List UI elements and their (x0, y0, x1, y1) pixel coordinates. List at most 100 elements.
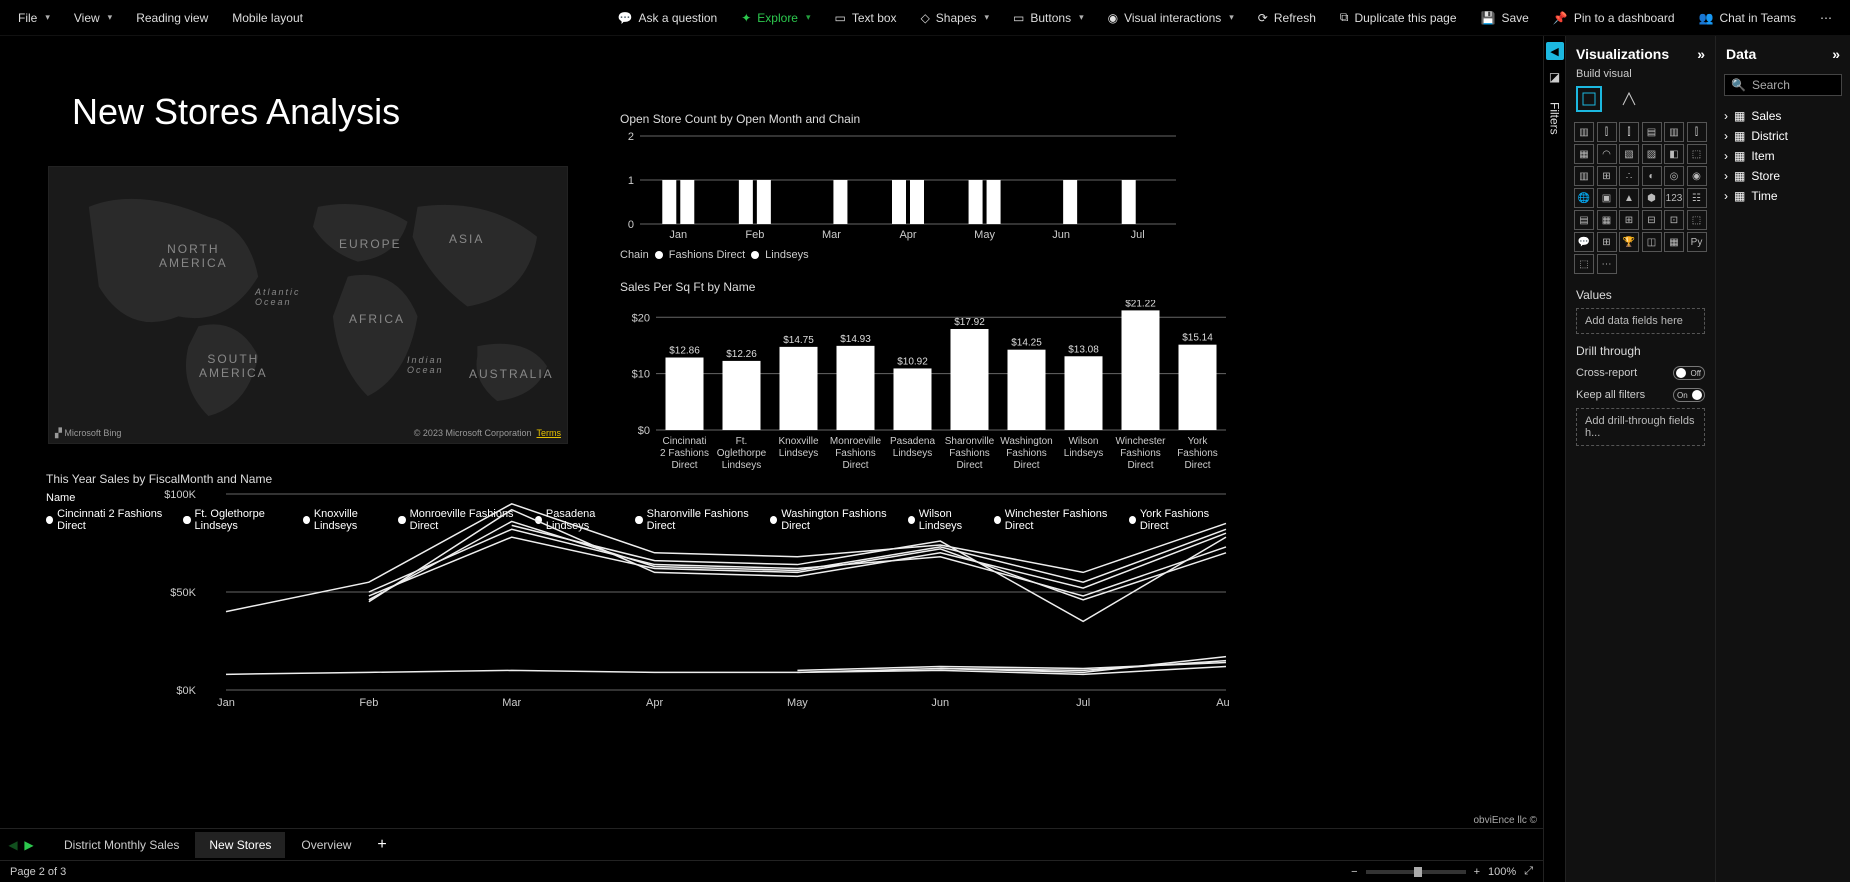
svg-text:2 Fashions: 2 Fashions (660, 448, 709, 459)
keep-filters-toggle[interactable]: On (1673, 388, 1705, 402)
save-button[interactable]: 💾Save (1471, 7, 1539, 29)
viz-type-button[interactable]: ⬚ (1687, 144, 1707, 164)
explore-menu[interactable]: ✦Explore (731, 7, 820, 29)
viz-type-button[interactable]: ⊡ (1664, 210, 1684, 230)
tab-overview[interactable]: Overview (287, 832, 365, 858)
svg-text:Ft.: Ft. (736, 436, 748, 447)
viz-type-button[interactable]: ⬢ (1642, 188, 1662, 208)
map-visual[interactable]: NORTH AMERICA SOUTH AMERICA EUROPE AFRIC… (48, 166, 568, 444)
viz-type-button[interactable]: ▨ (1642, 144, 1662, 164)
viz-type-button[interactable]: ∴ (1619, 166, 1639, 186)
viz-type-button[interactable]: ▥ (1664, 122, 1684, 142)
viz-type-button[interactable]: 🌐 (1574, 188, 1594, 208)
refresh-button[interactable]: ⟳Refresh (1248, 7, 1326, 29)
fit-page-button[interactable]: ⤢ (1524, 865, 1533, 878)
viz-type-button[interactable]: ⋯ (1597, 254, 1617, 274)
add-page-button[interactable]: + (367, 836, 396, 854)
svg-text:$14.25: $14.25 (1011, 338, 1042, 349)
drill-through-drop-zone[interactable]: Add drill-through fields h... (1576, 408, 1705, 446)
map-copyright: © 2023 Microsoft Corporation Terms (414, 428, 561, 439)
svg-text:$17.92: $17.92 (954, 317, 985, 328)
buttons-menu[interactable]: ▭Buttons (1003, 7, 1094, 29)
ask-question-button[interactable]: 💬Ask a question (608, 7, 728, 29)
pane-title: Visualizations (1576, 46, 1669, 62)
shapes-menu[interactable]: ◇Shapes (911, 7, 999, 29)
viz-type-button[interactable]: ◎ (1664, 166, 1684, 186)
viz-type-button[interactable]: ◐ (1642, 166, 1662, 186)
prev-page-button[interactable]: ◀ (6, 838, 20, 852)
data-search-input[interactable]: 🔍 Search (1724, 74, 1842, 96)
zoom-in-button[interactable]: + (1474, 866, 1480, 878)
svg-text:Apr: Apr (646, 697, 663, 709)
zoom-out-button[interactable]: − (1351, 866, 1357, 878)
viz-type-button[interactable]: 123 (1664, 188, 1684, 208)
data-table-node[interactable]: ›▦Time (1724, 186, 1842, 206)
chevron-right-icon: › (1724, 109, 1728, 123)
viz-type-button[interactable]: ◠ (1597, 144, 1617, 164)
file-menu[interactable]: File (8, 7, 60, 29)
viz-type-button[interactable]: ▥ (1574, 166, 1594, 186)
mobile-layout-button[interactable]: Mobile layout (222, 7, 313, 29)
viz-type-button[interactable]: ⫿ (1597, 122, 1617, 142)
expand-pane-button[interactable]: » (1832, 46, 1840, 62)
viz-type-button[interactable]: ▥ (1574, 122, 1594, 142)
viz-type-button[interactable]: ⊟ (1642, 210, 1662, 230)
viz-type-button[interactable]: ⫿ (1619, 122, 1639, 142)
data-table-node[interactable]: ›▦Item (1724, 146, 1842, 166)
tab-new-stores[interactable]: New Stores (195, 832, 285, 858)
format-visual-tab[interactable] (1616, 86, 1642, 112)
viz-type-button[interactable]: ⬚ (1574, 254, 1594, 274)
viz-type-button[interactable]: ▦ (1664, 232, 1684, 252)
viz-type-button[interactable]: ◉ (1687, 166, 1707, 186)
reading-view-button[interactable]: Reading view (126, 7, 218, 29)
viz-type-button[interactable]: ⊞ (1597, 232, 1617, 252)
zoom-slider[interactable] (1366, 870, 1466, 874)
data-table-node[interactable]: ›▦Sales (1724, 106, 1842, 126)
viz-type-button[interactable]: ⊞ (1597, 166, 1617, 186)
viz-type-button[interactable]: ▦ (1597, 210, 1617, 230)
this-year-sales-chart[interactable]: This Year Sales by FiscalMonth and Name … (46, 472, 1230, 726)
view-menu[interactable]: View (64, 7, 122, 29)
viz-type-button[interactable]: ☷ (1687, 188, 1707, 208)
viz-type-button[interactable]: 💬 (1574, 232, 1594, 252)
viz-type-button[interactable]: ⫿ (1687, 122, 1707, 142)
tab-district-monthly-sales[interactable]: District Monthly Sales (50, 832, 193, 858)
expand-filters-button[interactable]: ◀ (1546, 42, 1564, 60)
map-terms-link[interactable]: Terms (537, 428, 562, 438)
svg-text:1: 1 (628, 175, 634, 187)
more-options-button[interactable]: ⋯ (1810, 7, 1842, 29)
viz-type-button[interactable]: ▧ (1619, 144, 1639, 164)
viz-type-button[interactable]: ⬚ (1687, 210, 1707, 230)
visual-interactions-menu[interactable]: ◉Visual interactions (1098, 7, 1244, 29)
data-table-node[interactable]: ›▦District (1724, 126, 1842, 146)
viz-type-button[interactable]: ⊞ (1619, 210, 1639, 230)
viz-type-button[interactable]: ▣ (1597, 188, 1617, 208)
chat-teams-button[interactable]: 👥Chat in Teams (1689, 7, 1806, 29)
filters-label[interactable]: Filters (1548, 102, 1562, 135)
viz-type-button[interactable]: ◧ (1664, 144, 1684, 164)
next-page-button[interactable]: ▶ (22, 838, 36, 852)
svg-text:Aug: Aug (1216, 697, 1230, 709)
viz-type-button[interactable]: ▤ (1642, 122, 1662, 142)
svg-text:Feb: Feb (359, 697, 378, 709)
expand-pane-button[interactable]: » (1697, 46, 1705, 62)
svg-text:Wilson: Wilson (1068, 436, 1098, 447)
open-store-count-chart[interactable]: Open Store Count by Open Month and Chain… (620, 112, 1178, 262)
cross-report-toggle[interactable]: Off (1673, 366, 1705, 380)
sales-per-sqft-chart[interactable]: Sales Per Sq Ft by Name $0$10$20$12.86Ci… (620, 280, 1230, 496)
viz-type-button[interactable]: ◫ (1642, 232, 1662, 252)
pane-title: Data (1726, 46, 1756, 62)
status-bar: Page 2 of 3 − + 100% ⤢ (0, 860, 1543, 882)
data-table-node[interactable]: ›▦Store (1724, 166, 1842, 186)
viz-type-button[interactable]: ▦ (1574, 144, 1594, 164)
viz-type-button[interactable]: ▲ (1619, 188, 1639, 208)
values-drop-zone[interactable]: Add data fields here (1576, 308, 1705, 334)
pin-dashboard-button[interactable]: 📌Pin to a dashboard (1543, 7, 1685, 29)
viz-type-button[interactable]: Py (1687, 232, 1707, 252)
report-canvas[interactable]: New Stores Analysis NORTH AMERICA SOUTH … (0, 36, 1543, 828)
viz-type-button[interactable]: 🏆 (1619, 232, 1639, 252)
build-visual-tab[interactable] (1576, 86, 1602, 112)
duplicate-page-button[interactable]: ⧉Duplicate this page (1330, 6, 1467, 29)
viz-type-button[interactable]: ▤ (1574, 210, 1594, 230)
textbox-button[interactable]: ▭Text box (825, 7, 907, 29)
